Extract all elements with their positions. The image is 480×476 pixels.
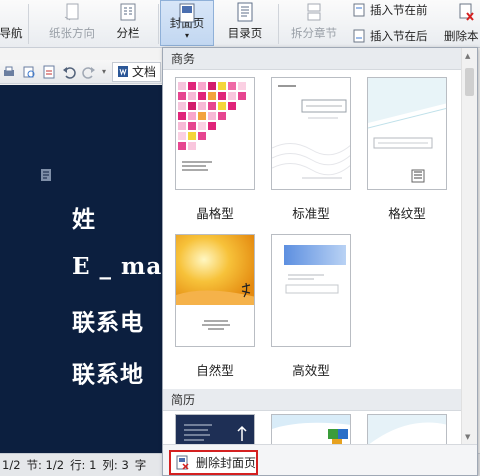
- nature-cover-thumbnail: [176, 235, 254, 346]
- cover-page-icon: [179, 3, 195, 23]
- status-row: 行: 1: [70, 458, 97, 472]
- print-preview-icon[interactable]: [22, 65, 36, 79]
- grid-cover-thumbnail: [368, 78, 446, 189]
- scroll-down-arrow[interactable]: ▼: [465, 433, 470, 441]
- redo-icon[interactable]: [82, 65, 96, 79]
- gallery-scrollbar[interactable]: ▲ ▼: [461, 48, 477, 444]
- paper-direction-button[interactable]: 纸张方向: [40, 0, 104, 46]
- insert-section-after-button[interactable]: 插入节在后: [352, 28, 428, 44]
- toc-page-label: 目录页: [227, 26, 263, 40]
- template-label-efficient: 高效型: [292, 363, 330, 378]
- doc-line-name: 姓: [72, 206, 96, 233]
- word-doc-icon: [118, 66, 129, 77]
- toolbar-dropdown-arrow[interactable]: ▾: [102, 67, 106, 76]
- columns-icon: [120, 3, 136, 21]
- document-tab[interactable]: 文档: [112, 61, 162, 82]
- template-label-nature: 自然型: [196, 363, 234, 378]
- quick-access-toolbar: ▾ 文档: [0, 60, 162, 84]
- nav-button[interactable]: 导航: [0, 0, 24, 46]
- cover-template-efficient[interactable]: [271, 234, 351, 347]
- cover-page-dropdown-arrow: ▾: [184, 31, 189, 40]
- document-canvas[interactable]: 姓 E _ mai 联系电 联系地: [0, 85, 163, 453]
- cover-template-standard[interactable]: [271, 77, 351, 190]
- template-label-grid: 格纹型: [388, 206, 426, 221]
- insert-after-icon: [353, 29, 365, 43]
- cover-page-button[interactable]: 封面页 ▾: [160, 0, 214, 46]
- delete-cover-label: 删除封面页: [196, 456, 257, 470]
- ribbon-separator: [28, 4, 29, 44]
- ribbon-toolbar: 导航 纸张方向 分栏 封面页 ▾ 目录页 拆分章节 插入节在前 插入节在后 删除本: [0, 0, 480, 48]
- split-section-icon: [307, 3, 321, 21]
- paper-orientation-icon: [64, 3, 79, 21]
- insert-section-before-button[interactable]: 插入节在前: [352, 2, 428, 18]
- doc-line-phone: 联系电: [72, 309, 144, 336]
- export-pdf-icon[interactable]: [42, 65, 56, 79]
- scrollbar-thumb[interactable]: [465, 68, 474, 96]
- insert-section-before-label: 插入节在前: [370, 3, 428, 17]
- split-section-button[interactable]: 拆分章节: [284, 0, 344, 46]
- status-words: 字: [134, 458, 147, 472]
- toc-page-icon: [237, 2, 253, 22]
- insert-before-icon: [353, 3, 365, 17]
- toc-page-button[interactable]: 目录页: [218, 0, 272, 46]
- section-header-resume: 简历: [163, 389, 461, 411]
- gallery-footer: 删除封面页: [163, 444, 477, 475]
- efficient-cover-thumbnail: [272, 235, 350, 346]
- crystal-cover-thumbnail: [176, 78, 254, 189]
- columns-label: 分栏: [116, 26, 140, 40]
- cover-template-grid[interactable]: [367, 77, 447, 190]
- paper-direction-label: 纸张方向: [49, 26, 95, 40]
- status-column: 列: 3: [102, 458, 129, 472]
- document-tab-label: 文档: [132, 65, 157, 79]
- cover-page-gallery: 商务 晶格型 标准型 格纹型 自然型 高效型 简历 ▲ ▼ 删除封面页: [162, 47, 478, 476]
- paragraph-marker-icon: [41, 169, 51, 181]
- delete-cover-page-button[interactable]: 删除封面页: [169, 450, 258, 475]
- split-section-label: 拆分章节: [291, 26, 337, 40]
- doc-line-email: E _ mai: [72, 253, 163, 280]
- delete-section-button[interactable]: 删除本: [444, 28, 479, 44]
- cover-template-nature[interactable]: [175, 234, 255, 347]
- status-section: 节: 1/2: [26, 458, 65, 472]
- undo-icon[interactable]: [62, 65, 76, 79]
- ribbon-separator: [158, 4, 159, 44]
- ribbon-separator: [278, 4, 279, 44]
- print-icon[interactable]: [2, 65, 16, 79]
- nav-label: 导航: [0, 26, 23, 40]
- columns-button[interactable]: 分栏: [106, 0, 150, 46]
- template-label-crystal: 晶格型: [196, 206, 234, 221]
- scroll-up-arrow[interactable]: ▲: [465, 52, 470, 60]
- section-header-business: 商务: [163, 48, 461, 70]
- insert-section-after-label: 插入节在后: [370, 29, 428, 43]
- status-page: 1/2: [2, 458, 21, 472]
- standard-cover-thumbnail: [272, 78, 350, 189]
- delete-cover-icon: [176, 455, 189, 470]
- doc-line-address: 联系地: [72, 361, 144, 388]
- cover-template-crystal[interactable]: [175, 77, 255, 190]
- delete-section-icon: [459, 3, 474, 21]
- template-label-standard: 标准型: [292, 206, 330, 221]
- delete-section-label: 删除本: [444, 29, 479, 43]
